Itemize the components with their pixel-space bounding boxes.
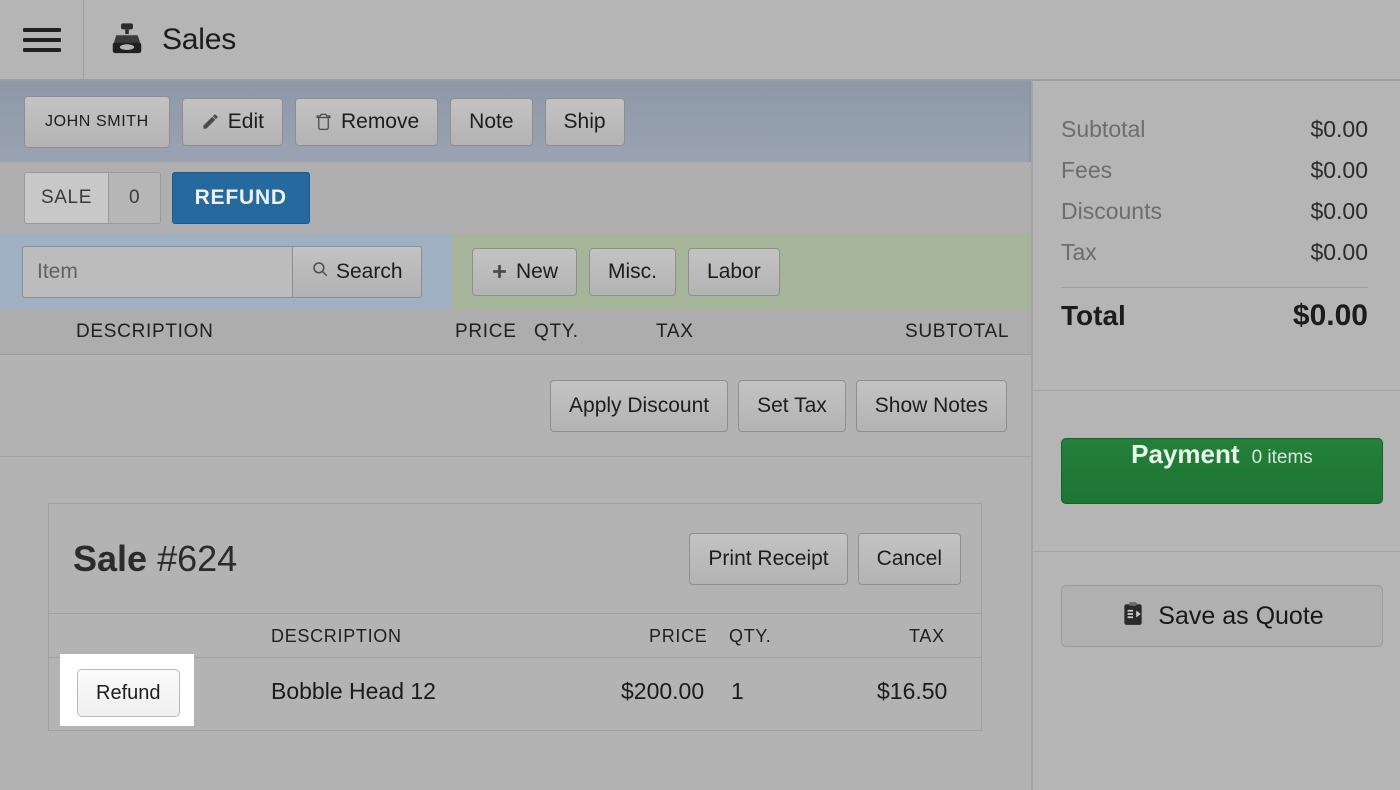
grand-total-label: Total <box>1061 300 1126 331</box>
new-item-button[interactable]: New <box>472 247 578 296</box>
edit-label: Edit <box>227 109 264 133</box>
show-notes-button[interactable]: Show Notes <box>855 380 1007 432</box>
subtotal-value: $0.00 <box>1310 116 1368 142</box>
save-as-quote-button[interactable]: Save as Quote <box>1061 585 1383 647</box>
clipboard-save-icon <box>1120 601 1146 632</box>
sale-card-buttons: Print Receipt Cancel <box>689 532 961 585</box>
transaction-tabs: SALE 0 REFUND <box>0 162 1031 234</box>
line-item-actions: Apply Discount Set Tax Show Notes <box>0 356 1031 457</box>
note-button[interactable]: Note <box>450 97 533 146</box>
pencil-icon <box>201 112 220 131</box>
column-tax: TAX <box>656 321 694 342</box>
tab-sale-count: 0 <box>108 172 161 224</box>
sale-column-price: PRICE <box>649 626 708 646</box>
apply-discount-button[interactable]: Apply Discount <box>550 380 729 432</box>
app-header: Sales <box>0 0 1400 80</box>
edit-button[interactable]: Edit <box>181 97 283 146</box>
trash-icon <box>314 112 333 131</box>
search-button[interactable]: Search <box>292 245 422 298</box>
sale-card-header: Sale #624 Print Receipt Cancel <box>49 504 981 614</box>
item-search-pane: Search <box>0 234 452 309</box>
discounts-label: Discounts <box>1061 198 1162 224</box>
sales-pos-app: Sales JOHN SMITH Edit Remove Note Ship S… <box>0 0 1400 790</box>
quick-add-pane: New Misc. Labor <box>452 234 1031 309</box>
sale-card-title-word: Sale <box>73 537 148 579</box>
set-tax-button[interactable]: Set Tax <box>738 380 846 432</box>
payment-item-count: 0 items <box>1251 447 1313 468</box>
cash-register-icon <box>112 23 142 54</box>
column-price: PRICE <box>455 321 517 342</box>
customer-button[interactable]: JOHN SMITH <box>24 95 170 148</box>
tab-sale-label: SALE <box>24 172 108 224</box>
totals-panel: Subtotal $0.00 Fees $0.00 Discounts $0.0… <box>1031 81 1400 790</box>
new-item-label: New <box>516 259 559 283</box>
header-title-group: Sales <box>84 21 236 59</box>
labor-button[interactable]: Labor <box>688 247 780 296</box>
total-line-tax: Tax $0.00 <box>1061 232 1368 273</box>
payment-label: Payment <box>1131 439 1240 469</box>
sale-column-tax: TAX <box>909 626 945 646</box>
sale-card-column-header: DESCRIPTION PRICE QTY. TAX <box>49 614 981 658</box>
fees-label: Fees <box>1061 157 1113 183</box>
page-title: Sales <box>162 23 237 56</box>
total-line-discounts: Discounts $0.00 <box>1061 191 1368 232</box>
ship-button[interactable]: Ship <box>544 97 625 146</box>
totals-list: Subtotal $0.00 Fees $0.00 Discounts $0.0… <box>1033 81 1400 340</box>
item-search-group: Search <box>22 245 422 298</box>
totals-divider <box>1061 287 1368 288</box>
tax-value: $0.00 <box>1310 239 1368 265</box>
row-price: $200.00 <box>621 678 705 704</box>
grand-total-value: $0.00 <box>1292 299 1368 332</box>
subtotal-label: Subtotal <box>1061 116 1146 142</box>
remove-label: Remove <box>340 109 420 133</box>
search-label: Search <box>336 259 403 283</box>
tab-refund[interactable]: REFUND <box>171 172 310 224</box>
total-line-fees: Fees $0.00 <box>1061 150 1368 191</box>
table-row: Refund Bobble Head 12 $200.00 1 $16.50 <box>49 654 981 730</box>
item-entry-row: Search New Misc. Labor <box>0 234 1031 309</box>
tax-label: Tax <box>1061 239 1097 265</box>
refund-row-button[interactable]: Refund <box>77 669 180 717</box>
total-line-subtotal: Subtotal $0.00 <box>1061 109 1368 150</box>
print-receipt-button[interactable]: Print Receipt <box>689 532 848 585</box>
hamburger-menu-button[interactable] <box>0 0 84 80</box>
misc-button[interactable]: Misc. <box>589 247 677 296</box>
row-tax: $16.50 <box>877 678 948 704</box>
row-qty: 1 <box>731 678 744 704</box>
column-description: DESCRIPTION <box>76 321 214 342</box>
panel-divider-top <box>1033 390 1400 391</box>
row-description: Bobble Head 12 <box>271 678 436 704</box>
column-qty: QTY. <box>534 321 579 342</box>
search-icon <box>311 260 329 284</box>
panel-divider-bottom <box>1033 551 1400 552</box>
sale-column-qty: QTY. <box>729 626 772 646</box>
save-as-quote-label: Save as Quote <box>1158 601 1324 630</box>
column-subtotal: SUBTOTAL <box>905 321 1010 342</box>
payment-button[interactable]: Payment 0 items <box>1061 438 1383 504</box>
cancel-button[interactable]: Cancel <box>857 532 961 585</box>
sale-card-title: Sale #624 <box>73 538 237 580</box>
sale-card: Sale #624 Print Receipt Cancel DESCRIPTI… <box>48 503 982 731</box>
tab-sale[interactable]: SALE 0 <box>24 172 161 224</box>
discounts-value: $0.00 <box>1310 198 1368 224</box>
item-search-input[interactable] <box>22 245 292 298</box>
total-line-grand: Total $0.00 <box>1061 292 1368 340</box>
plus-icon <box>491 263 508 280</box>
fees-value: $0.00 <box>1310 157 1368 183</box>
remove-button[interactable]: Remove <box>294 97 439 146</box>
hamburger-menu-icon <box>22 22 61 58</box>
line-items-column-header: DESCRIPTION PRICE QTY. TAX SUBTOTAL <box>0 309 1031 355</box>
sale-card-title-number: #624 <box>157 537 238 579</box>
customer-toolbar: JOHN SMITH Edit Remove Note Ship <box>0 81 1031 162</box>
sale-column-description: DESCRIPTION <box>271 626 402 646</box>
